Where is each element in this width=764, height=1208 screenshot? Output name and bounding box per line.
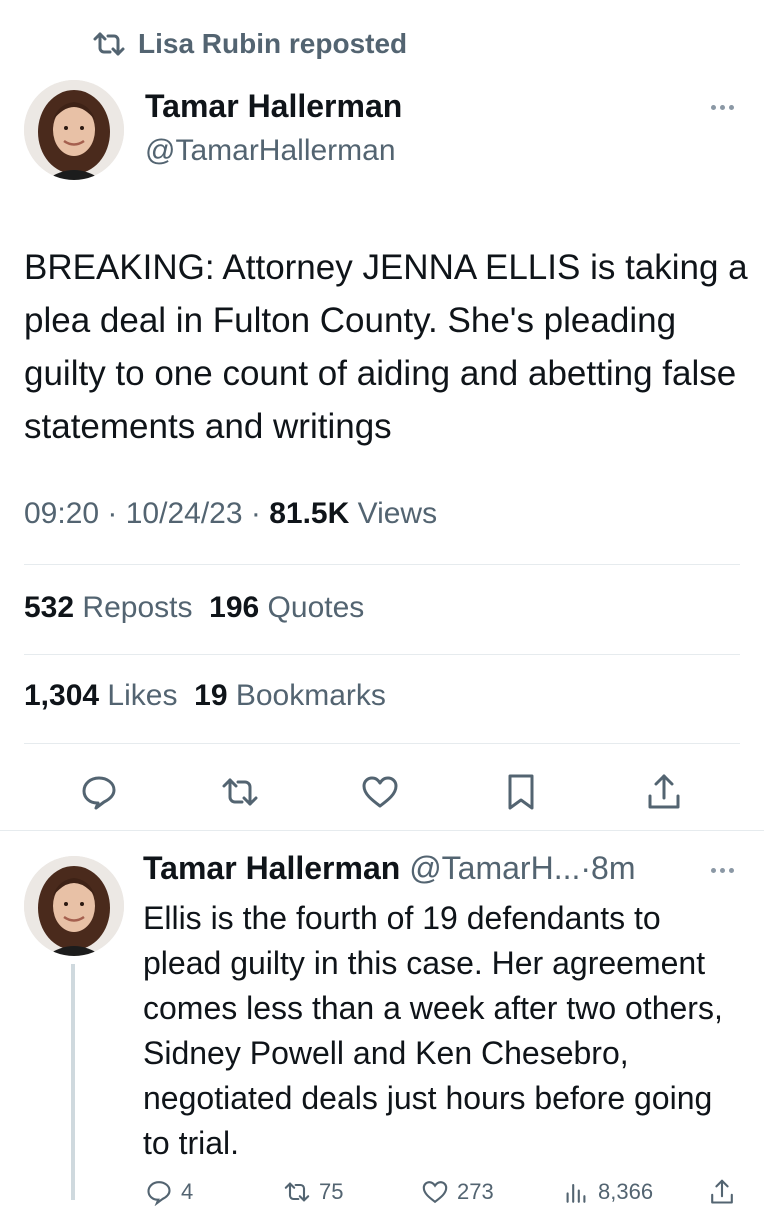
repost-indicator[interactable]: Lisa Rubin reposted	[92, 26, 407, 62]
quotes-stat[interactable]: 196 Quotes	[209, 591, 364, 624]
reply-icon	[82, 776, 116, 810]
avatar[interactable]	[24, 80, 124, 180]
reposts-stat[interactable]: 532 Reposts	[24, 591, 192, 624]
reposts-count: 532	[24, 591, 75, 624]
author-name[interactable]: Tamar Hallerman	[145, 88, 402, 125]
bookmark-button[interactable]	[499, 770, 543, 814]
divider	[0, 830, 764, 831]
divider	[24, 654, 740, 655]
reply-like-button[interactable]: 273	[421, 1178, 494, 1206]
tweet-date[interactable]: 10/24/23	[126, 497, 243, 530]
tweet-time[interactable]: 09:20	[24, 497, 99, 530]
reply-count: 4	[181, 1179, 194, 1204]
action-bar	[0, 770, 764, 814]
quotes-count: 196	[209, 591, 260, 624]
like-button[interactable]	[358, 770, 402, 814]
views-label: Views	[357, 497, 438, 530]
repost-count: 75	[319, 1179, 344, 1204]
reply-author-handle[interactable]: @TamarH...	[409, 850, 580, 886]
reply-text: Ellis is the fourth of 19 defendants to …	[143, 900, 723, 1161]
views-count: 81.5K	[269, 497, 350, 530]
share-icon	[648, 774, 680, 809]
reply-age[interactable]: 8m	[591, 850, 635, 886]
bookmarks-stat[interactable]: 19 Bookmarks	[194, 679, 386, 712]
repost-quote-stats: 532 Reposts 196 Quotes	[24, 591, 364, 625]
repost-icon	[222, 778, 258, 806]
more-icon[interactable]	[711, 105, 734, 110]
likes-stat[interactable]: 1,304 Likes	[24, 679, 177, 712]
divider	[24, 743, 740, 744]
repost-label: Lisa Rubin reposted	[138, 28, 408, 59]
reply-reply-button[interactable]: 4	[145, 1178, 193, 1206]
more-icon[interactable]	[711, 868, 734, 873]
quotes-label: Quotes	[267, 591, 365, 624]
like-bookmark-stats: 1,304 Likes 19 Bookmarks	[24, 679, 386, 713]
reposts-label: Reposts	[82, 591, 193, 624]
repost-icon	[92, 31, 126, 57]
reply-header: Tamar Hallerman @TamarH...·8m	[143, 850, 635, 887]
share-icon	[711, 1179, 733, 1204]
avatar[interactable]	[24, 856, 124, 956]
like-count: 273	[457, 1179, 494, 1204]
reply-icon	[147, 1181, 171, 1206]
tweet-text: BREAKING: Attorney JENNA ELLIS is taking…	[24, 248, 748, 446]
repost-button[interactable]	[218, 770, 262, 814]
bookmarks-count: 19	[194, 679, 228, 712]
reply-action-bar: 4 75 273 8,366	[0, 1178, 764, 1208]
reply-views-button[interactable]: 8,366	[562, 1178, 653, 1206]
reply-button[interactable]	[77, 770, 121, 814]
likes-count: 1,304	[24, 679, 100, 712]
share-button[interactable]	[642, 770, 686, 814]
views-icon	[566, 1183, 586, 1203]
heart-icon	[422, 1181, 448, 1204]
bookmark-icon	[508, 774, 534, 810]
divider	[24, 564, 740, 565]
likes-label: Likes	[107, 679, 178, 712]
reply-share-button[interactable]	[708, 1178, 736, 1206]
author-handle[interactable]: @TamarHallerman	[145, 134, 396, 168]
bookmarks-label: Bookmarks	[235, 679, 386, 712]
thread-line	[71, 964, 75, 1200]
tweet-meta: 09:20 · 10/24/23 · 81.5K Views	[24, 497, 438, 530]
separator-dot: ·	[580, 850, 592, 886]
heart-icon	[362, 776, 398, 808]
reply-author-name[interactable]: Tamar Hallerman	[143, 850, 400, 886]
views-count: 8,366	[598, 1179, 654, 1204]
reply-repost-button[interactable]: 75	[283, 1178, 343, 1206]
repost-icon	[284, 1182, 310, 1202]
